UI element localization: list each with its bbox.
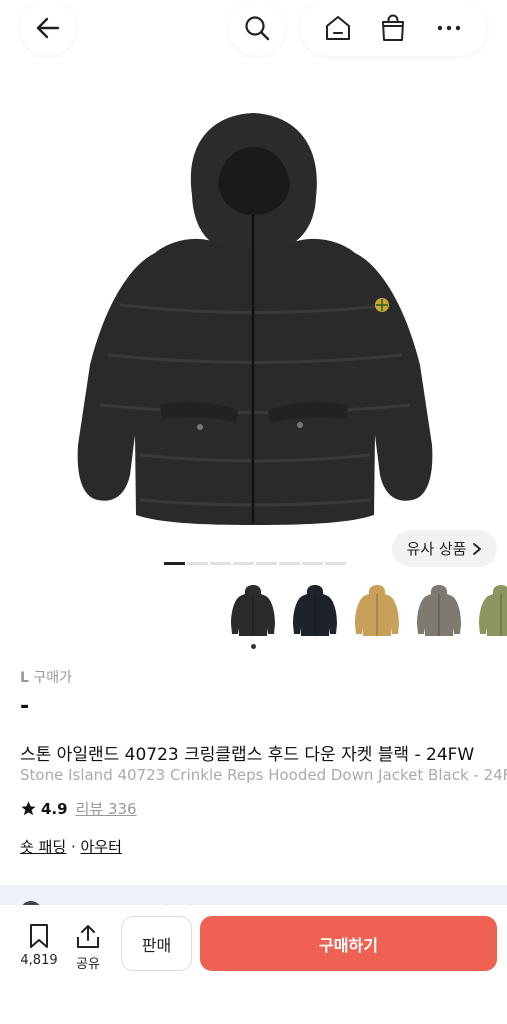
similar-products-button[interactable]: 유사 상품 xyxy=(392,530,497,567)
chevron-right-icon xyxy=(473,542,482,555)
bottom-action-bar: 4,819 공유 판매 구매하기 xyxy=(0,905,507,1024)
size-price-label: L 구매가 xyxy=(20,667,72,687)
image-pagination-indicator xyxy=(164,562,346,565)
indicator-segment xyxy=(325,562,346,565)
back-button[interactable] xyxy=(20,0,76,56)
more-icon xyxy=(437,25,461,31)
indicator-segment xyxy=(279,562,300,565)
rating-row: 4.9 리뷰 336 xyxy=(20,798,137,819)
selected-thumbnail-dot xyxy=(251,644,256,649)
sell-button[interactable]: 판매 xyxy=(121,916,192,971)
shopping-bag-icon xyxy=(382,14,405,41)
category-link-short-padding[interactable]: 숏 패딩 xyxy=(20,838,66,856)
buy-button[interactable]: 구매하기 xyxy=(200,916,497,971)
similar-products-label: 유사 상품 xyxy=(406,540,467,558)
cart-button[interactable] xyxy=(376,11,410,45)
color-thumbnail[interactable] xyxy=(476,583,507,639)
share-icon xyxy=(77,925,99,948)
bookmark-count: 4,819 xyxy=(20,953,58,968)
top-nav xyxy=(0,0,507,60)
share-button[interactable]: 공유 xyxy=(72,923,104,972)
size-value: L xyxy=(20,670,29,686)
more-button[interactable] xyxy=(432,11,466,45)
color-thumbnail[interactable] xyxy=(290,583,340,639)
price-type-label: 구매가 xyxy=(33,670,73,686)
category-links: 숏 패딩 · 아우터 xyxy=(20,836,122,857)
indicator-segment xyxy=(256,562,277,565)
search-button[interactable] xyxy=(229,0,285,56)
product-image[interactable] xyxy=(60,105,447,535)
share-label: 공유 xyxy=(76,957,100,972)
category-separator: · xyxy=(70,838,76,856)
star-icon xyxy=(21,801,36,816)
indicator-segment xyxy=(233,562,254,565)
arrow-left-icon xyxy=(36,17,60,39)
review-link[interactable]: 리뷰 336 xyxy=(76,798,137,819)
category-link-outer[interactable]: 아우터 xyxy=(81,838,122,856)
indicator-segment xyxy=(302,562,323,565)
home-icon xyxy=(325,16,350,40)
bookmark-icon xyxy=(30,924,48,948)
color-thumbnail[interactable] xyxy=(228,583,278,639)
indicator-segment xyxy=(164,562,185,565)
home-button[interactable] xyxy=(321,11,355,45)
color-thumbnail[interactable] xyxy=(352,583,402,639)
indicator-segment xyxy=(187,562,208,565)
rating-score: 4.9 xyxy=(41,799,68,818)
search-icon xyxy=(245,16,270,41)
indicator-segment xyxy=(210,562,231,565)
product-name-korean: 스톤 아일랜드 40723 크링클랩스 후드 다운 자켓 블랙 - 24FW xyxy=(20,745,475,765)
product-name-english: Stone Island 40723 Crinkle Reps Hooded D… xyxy=(20,766,507,784)
color-thumbnail[interactable] xyxy=(414,583,464,639)
price: - xyxy=(20,694,30,719)
nav-actions xyxy=(300,0,487,56)
bookmark-button[interactable]: 4,819 xyxy=(18,923,60,968)
color-thumbnails xyxy=(228,583,507,639)
